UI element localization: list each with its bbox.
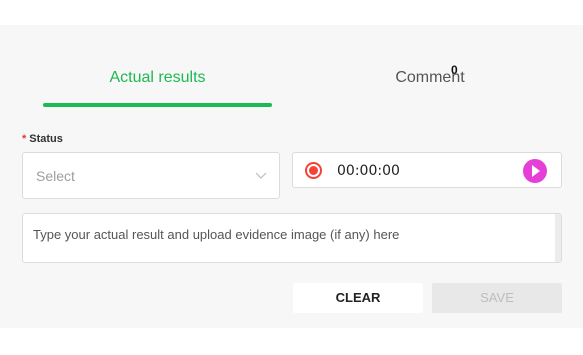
tab-bar: Actual results Comment 0 <box>0 25 583 110</box>
save-button[interactable]: SAVE <box>432 283 562 313</box>
status-select[interactable]: Select <box>22 152 280 199</box>
actual-result-placeholder: Type your actual result and upload evide… <box>33 227 400 242</box>
result-panel: Actual results Comment 0 * Status Select … <box>0 25 583 328</box>
status-select-placeholder: Select <box>36 168 75 184</box>
status-label-text: Status <box>29 133 63 145</box>
tab-comment[interactable]: Comment 0 <box>325 25 535 110</box>
active-tab-indicator <box>43 103 272 107</box>
record-icon[interactable] <box>305 162 322 179</box>
textarea-scrollbar[interactable] <box>555 214 561 262</box>
required-asterisk: * <box>22 133 27 145</box>
clear-button[interactable]: CLEAR <box>293 283 423 313</box>
play-icon[interactable] <box>523 159 547 183</box>
status-label: * Status <box>22 133 63 145</box>
recording-timer: 00:00:00 <box>337 163 400 179</box>
chevron-down-icon <box>255 172 267 179</box>
comment-count-badge: 0 <box>451 63 458 77</box>
actual-result-input[interactable]: Type your actual result and upload evide… <box>22 213 562 263</box>
tab-actual-results-label: Actual results <box>109 69 206 86</box>
screen-recorder: 00:00:00 <box>292 152 562 188</box>
tab-comment-label: Comment <box>395 69 465 86</box>
tab-actual-results[interactable]: Actual results <box>43 25 272 110</box>
